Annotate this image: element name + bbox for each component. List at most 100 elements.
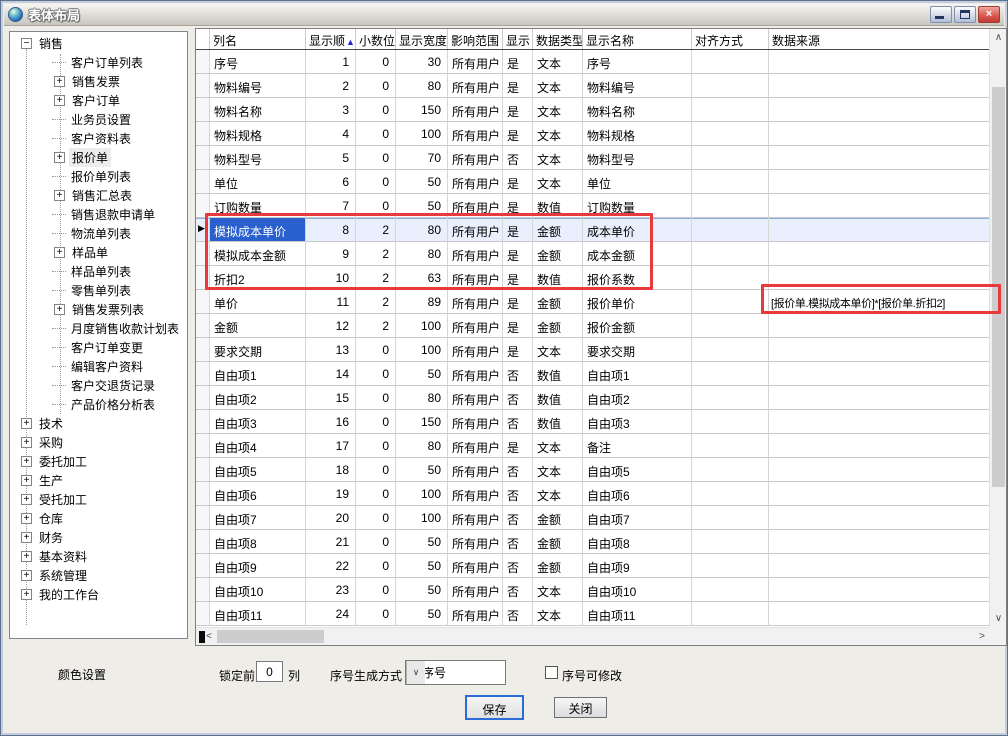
grid-cell[interactable]: 文本 (533, 458, 583, 482)
chevron-down-icon[interactable]: ∨ (406, 661, 425, 684)
grid-cell[interactable]: 2 (356, 242, 396, 266)
grid-row[interactable]: ▶模拟成本单价8280所有用户是金额成本单价 (196, 218, 1006, 242)
grid-cell[interactable]: 0 (356, 458, 396, 482)
grid-cell[interactable] (769, 482, 1006, 506)
grid-cell[interactable]: 22 (306, 554, 356, 578)
tree-item-label[interactable]: 财务 (36, 528, 66, 547)
tree-item[interactable]: +采购 (10, 433, 187, 452)
tree-item-label[interactable]: 销售汇总表 (69, 186, 135, 205)
grid-cell[interactable]: 0 (356, 170, 396, 194)
tree-item-label[interactable]: 销售发票列表 (69, 300, 147, 319)
grid-cell[interactable]: 金额 (533, 506, 583, 530)
grid-cell[interactable] (692, 530, 769, 554)
tree-item-label[interactable]: 产品价格分析表 (68, 395, 158, 414)
grid-cell[interactable]: 自由项10 (210, 578, 306, 602)
grid-cell[interactable] (769, 362, 1006, 386)
grid-cell[interactable]: 单位 (583, 170, 692, 194)
row-header-cell[interactable] (196, 362, 210, 386)
row-header-cell[interactable] (196, 74, 210, 98)
grid-cell[interactable]: 0 (356, 122, 396, 146)
grid-cell[interactable]: 文本 (533, 578, 583, 602)
grid-cell[interactable] (692, 290, 769, 314)
grid-cell[interactable]: 20 (306, 506, 356, 530)
grid-cell[interactable]: 数值 (533, 362, 583, 386)
grid-row[interactable]: 要求交期130100所有用户是文本要求交期 (196, 338, 1006, 362)
grid-cell[interactable] (692, 74, 769, 98)
row-header-cell[interactable] (196, 314, 210, 338)
tree-item[interactable]: 客户资料表 (10, 129, 187, 148)
tree-item[interactable]: +样品单 (10, 243, 187, 262)
vertical-scrollbar-thumb[interactable] (992, 87, 1005, 487)
color-settings-label[interactable]: 颜色设置 (58, 666, 106, 683)
grid-cell[interactable]: 金额 (533, 218, 583, 242)
row-header-cell[interactable] (196, 434, 210, 458)
grid-cell[interactable]: 所有用户 (448, 170, 503, 194)
collapse-icon[interactable]: − (21, 38, 32, 49)
grid-cell[interactable]: 15 (306, 386, 356, 410)
grid-cell[interactable] (692, 122, 769, 146)
grid-cell[interactable]: 自由项6 (583, 482, 692, 506)
grid-cell[interactable]: 数值 (533, 386, 583, 410)
expand-icon[interactable]: + (21, 570, 32, 581)
tree-item-label[interactable]: 业务员设置 (68, 110, 134, 129)
tree-item-label[interactable]: 报价单列表 (68, 167, 134, 186)
tree-item[interactable]: 业务员设置 (10, 110, 187, 129)
grid-row[interactable]: 物料名称30150所有用户是文本物料名称 (196, 98, 1006, 122)
grid-row[interactable]: 单位6050所有用户是文本单位 (196, 170, 1006, 194)
tree-item[interactable]: −销售 (10, 34, 187, 53)
column-header[interactable]: 对齐方式 (692, 29, 769, 49)
close-dialog-button[interactable]: 关闭 (554, 697, 607, 718)
maximize-button[interactable] (954, 6, 976, 23)
row-header-cell[interactable] (196, 50, 210, 74)
tree-item[interactable]: +销售发票列表 (10, 300, 187, 319)
grid-cell[interactable]: 17 (306, 434, 356, 458)
column-header[interactable]: 小数位 (356, 29, 396, 49)
tree-item[interactable]: 销售退款申请单 (10, 205, 187, 224)
grid-cell[interactable]: 100 (396, 482, 448, 506)
grid-cell[interactable]: 0 (356, 362, 396, 386)
grid-cell[interactable] (769, 386, 1006, 410)
grid-cell[interactable] (692, 146, 769, 170)
grid-cell[interactable]: 所有用户 (448, 362, 503, 386)
grid-cell[interactable] (692, 338, 769, 362)
grid-cell[interactable]: 所有用户 (448, 338, 503, 362)
tree-item[interactable]: 月度销售收款计划表 (10, 319, 187, 338)
grid-cell[interactable]: 自由项8 (210, 530, 306, 554)
tree-item-label[interactable]: 技术 (36, 414, 66, 433)
scroll-left-icon[interactable]: < (202, 631, 216, 642)
expand-icon[interactable]: + (54, 95, 65, 106)
grid-cell[interactable] (769, 602, 1006, 626)
grid-cell[interactable]: 是 (503, 98, 533, 122)
grid-cell[interactable]: 是 (503, 434, 533, 458)
grid-cell[interactable]: 订购数量 (583, 194, 692, 218)
grid-cell[interactable]: 是 (503, 50, 533, 74)
grid-cell[interactable]: 16 (306, 410, 356, 434)
grid-cell[interactable]: 2 (356, 290, 396, 314)
grid-cell[interactable]: 0 (356, 338, 396, 362)
grid-cell[interactable]: 6 (306, 170, 356, 194)
grid-cell[interactable] (769, 314, 1006, 338)
grid-cell[interactable]: 模拟成本单价 (210, 218, 306, 242)
grid-cell[interactable] (692, 50, 769, 74)
grid-cell[interactable]: 0 (356, 482, 396, 506)
grid-cell[interactable]: 金额 (533, 314, 583, 338)
grid-cell[interactable] (692, 242, 769, 266)
grid-cell[interactable]: 9 (306, 242, 356, 266)
grid-cell[interactable]: 所有用户 (448, 98, 503, 122)
grid-cell[interactable]: 自由项2 (210, 386, 306, 410)
grid-row[interactable]: 订购数量7050所有用户是数值订购数量 (196, 194, 1006, 218)
grid-cell[interactable]: 0 (356, 194, 396, 218)
grid-cell[interactable]: 0 (356, 386, 396, 410)
grid-row[interactable]: 单价11289所有用户是金额报价单价[报价单.模拟成本单价]*[报价单.折扣2] (196, 290, 1006, 314)
grid-cell[interactable]: 报价系数 (583, 266, 692, 290)
tree-item-label[interactable]: 物流单列表 (68, 224, 134, 243)
grid-row[interactable]: 自由项1124050所有用户否文本自由项11 (196, 602, 1006, 626)
grid-cell[interactable] (692, 194, 769, 218)
grid-cell[interactable]: 自由项11 (210, 602, 306, 626)
tree-item-label[interactable]: 样品单 (69, 243, 111, 262)
grid-cell[interactable]: 所有用户 (448, 194, 503, 218)
column-header[interactable]: 数据类型 (533, 29, 583, 49)
grid-cell[interactable]: 金额 (533, 554, 583, 578)
grid-cell[interactable] (692, 218, 769, 242)
grid-cell[interactable]: 100 (396, 338, 448, 362)
